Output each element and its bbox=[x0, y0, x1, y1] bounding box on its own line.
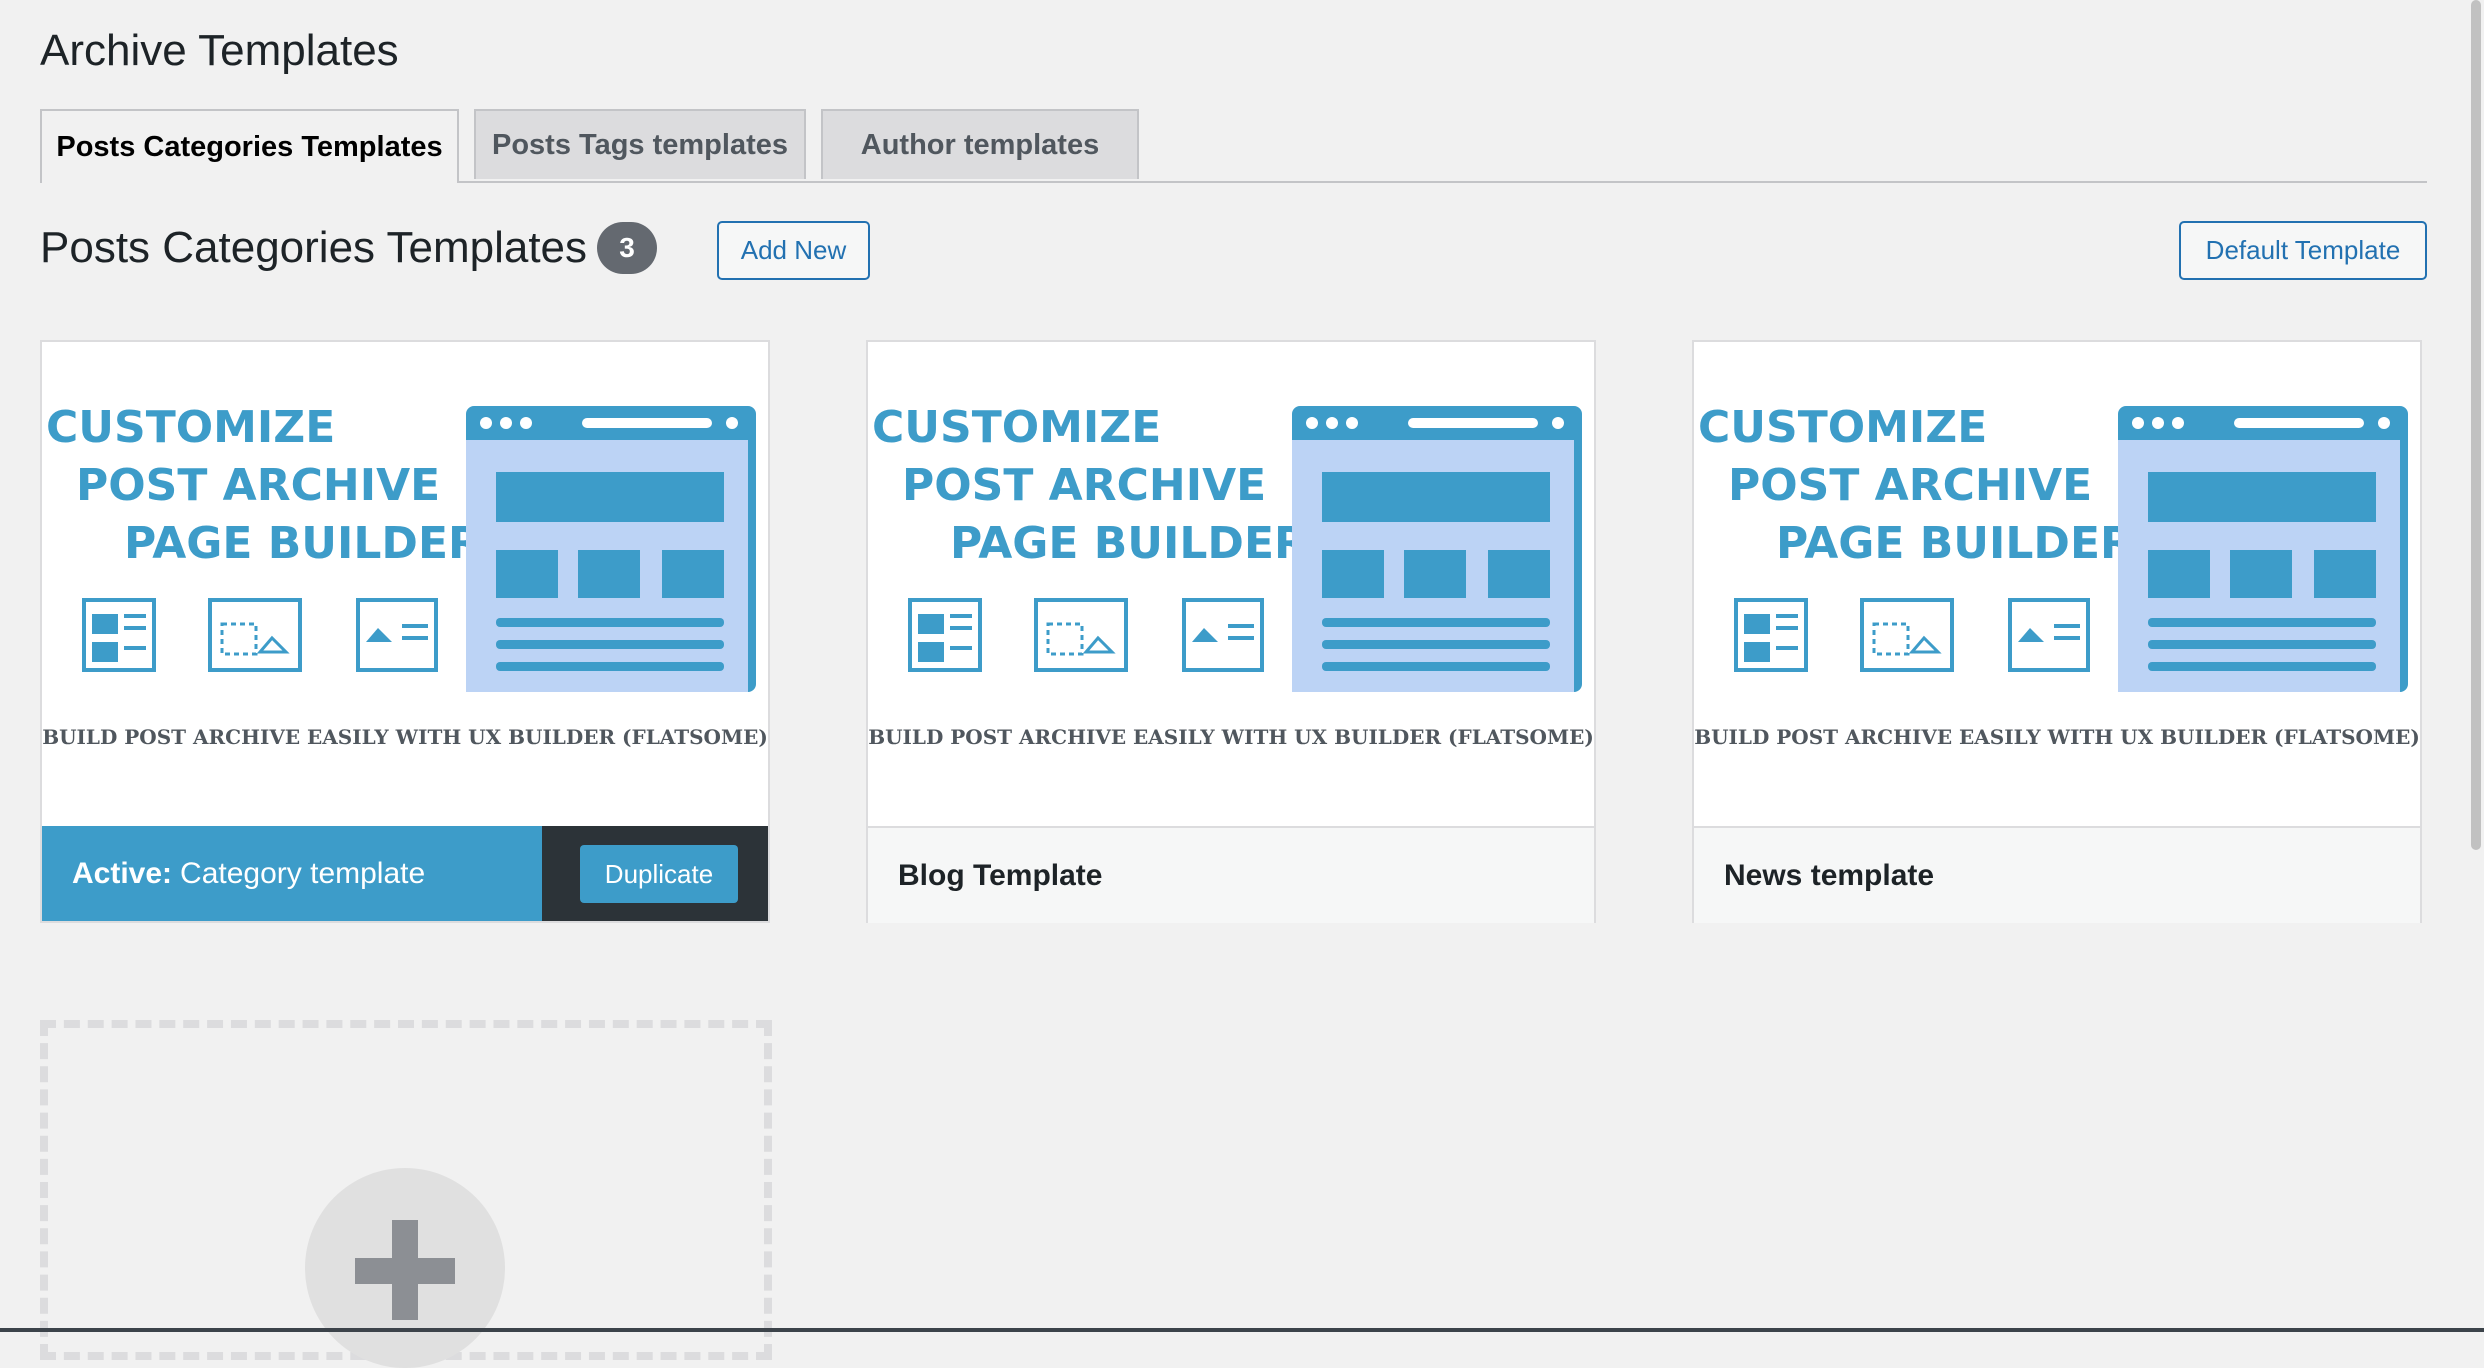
page-scrollbar[interactable] bbox=[2468, 0, 2484, 1332]
section-heading: Posts Categories Templates 3 bbox=[40, 222, 658, 274]
add-new-button[interactable]: Add New bbox=[717, 221, 870, 280]
plus-icon[interactable] bbox=[305, 1168, 505, 1368]
active-template-label: Active: Category template bbox=[42, 826, 542, 921]
svg-text:CUSTOMIZE: CUSTOMIZE bbox=[46, 402, 335, 453]
tab-posts-categories[interactable]: Posts Categories Templates bbox=[40, 109, 459, 183]
template-card-category[interactable]: CUSTOMIZE POST ARCHIVE PAGE BUILDER BUIL… bbox=[40, 340, 770, 923]
svg-text:PAGE BUILDER: PAGE BUILDER bbox=[1776, 518, 2134, 569]
template-preview-image: CUSTOMIZE POST ARCHIVE PAGE BUILDER BUIL… bbox=[42, 342, 768, 826]
svg-text:CUSTOMIZE: CUSTOMIZE bbox=[872, 402, 1161, 453]
add-template-card[interactable] bbox=[40, 1020, 772, 1368]
card-footer: Blog Template bbox=[868, 826, 1594, 923]
tab-posts-tags[interactable]: Posts Tags templates bbox=[474, 109, 806, 179]
svg-text:POST ARCHIVE: POST ARCHIVE bbox=[76, 460, 440, 511]
bottom-edge bbox=[0, 1328, 2484, 1332]
card-footer: Active: Category template Duplicate bbox=[42, 826, 768, 921]
active-prefix: Active: bbox=[72, 856, 173, 890]
svg-text:BUILD POST ARCHIVE EASILY WITH: BUILD POST ARCHIVE EASILY WITH UX BUILDE… bbox=[868, 725, 1594, 749]
svg-text:PAGE BUILDER: PAGE BUILDER bbox=[950, 518, 1308, 569]
card-name: Blog Template bbox=[898, 858, 1103, 892]
default-template-button[interactable]: Default Template bbox=[2179, 221, 2427, 280]
template-card-blog[interactable]: CUSTOMIZE POST ARCHIVE PAGE BUILDER BUIL… bbox=[866, 340, 1596, 923]
template-thumbnail: CUSTOMIZE POST ARCHIVE PAGE BUILDER BUIL… bbox=[868, 342, 1594, 826]
page-title: Archive Templates bbox=[40, 26, 399, 75]
svg-text:POST ARCHIVE: POST ARCHIVE bbox=[902, 460, 1266, 511]
duplicate-button[interactable]: Duplicate bbox=[580, 845, 738, 903]
template-thumbnail: CUSTOMIZE POST ARCHIVE PAGE BUILDER BUIL… bbox=[1694, 342, 2420, 826]
template-thumbnail: CUSTOMIZE POST ARCHIVE PAGE BUILDER BUIL… bbox=[42, 342, 768, 826]
section-title: Posts Categories Templates bbox=[40, 223, 588, 272]
count-badge: 3 bbox=[597, 222, 658, 274]
svg-text:BUILD POST ARCHIVE EASILY WITH: BUILD POST ARCHIVE EASILY WITH UX BUILDE… bbox=[1694, 725, 2420, 749]
template-preview-image: CUSTOMIZE POST ARCHIVE PAGE BUILDER BUIL… bbox=[868, 342, 1594, 826]
template-preview-image: CUSTOMIZE POST ARCHIVE PAGE BUILDER BUIL… bbox=[1694, 342, 2420, 826]
svg-text:PAGE BUILDER: PAGE BUILDER bbox=[124, 518, 482, 569]
svg-text:POST ARCHIVE: POST ARCHIVE bbox=[1728, 460, 2092, 511]
scrollbar-thumb[interactable] bbox=[2471, 0, 2481, 850]
svg-text:CUSTOMIZE: CUSTOMIZE bbox=[1698, 402, 1987, 453]
template-tabs: Posts Categories Templates Posts Tags te… bbox=[40, 109, 2427, 183]
card-name: Category template bbox=[180, 856, 426, 890]
svg-text:BUILD POST ARCHIVE EASILY WITH: BUILD POST ARCHIVE EASILY WITH UX BUILDE… bbox=[42, 725, 768, 749]
card-footer: News template bbox=[1694, 826, 2420, 923]
template-card-news[interactable]: CUSTOMIZE POST ARCHIVE PAGE BUILDER BUIL… bbox=[1692, 340, 2422, 923]
tab-author[interactable]: Author templates bbox=[821, 109, 1139, 179]
card-name: News template bbox=[1724, 858, 1935, 892]
